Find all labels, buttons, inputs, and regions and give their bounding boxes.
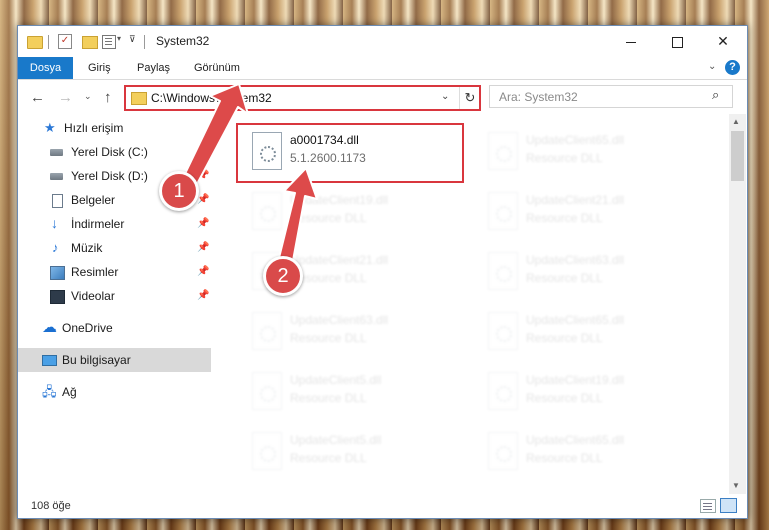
annotation-layer xyxy=(181,83,318,267)
arrow-1 xyxy=(181,83,249,187)
step-2-badge: 2 xyxy=(263,256,303,296)
step-1-badge: 1 xyxy=(159,171,199,211)
arrow-2 xyxy=(277,167,318,267)
